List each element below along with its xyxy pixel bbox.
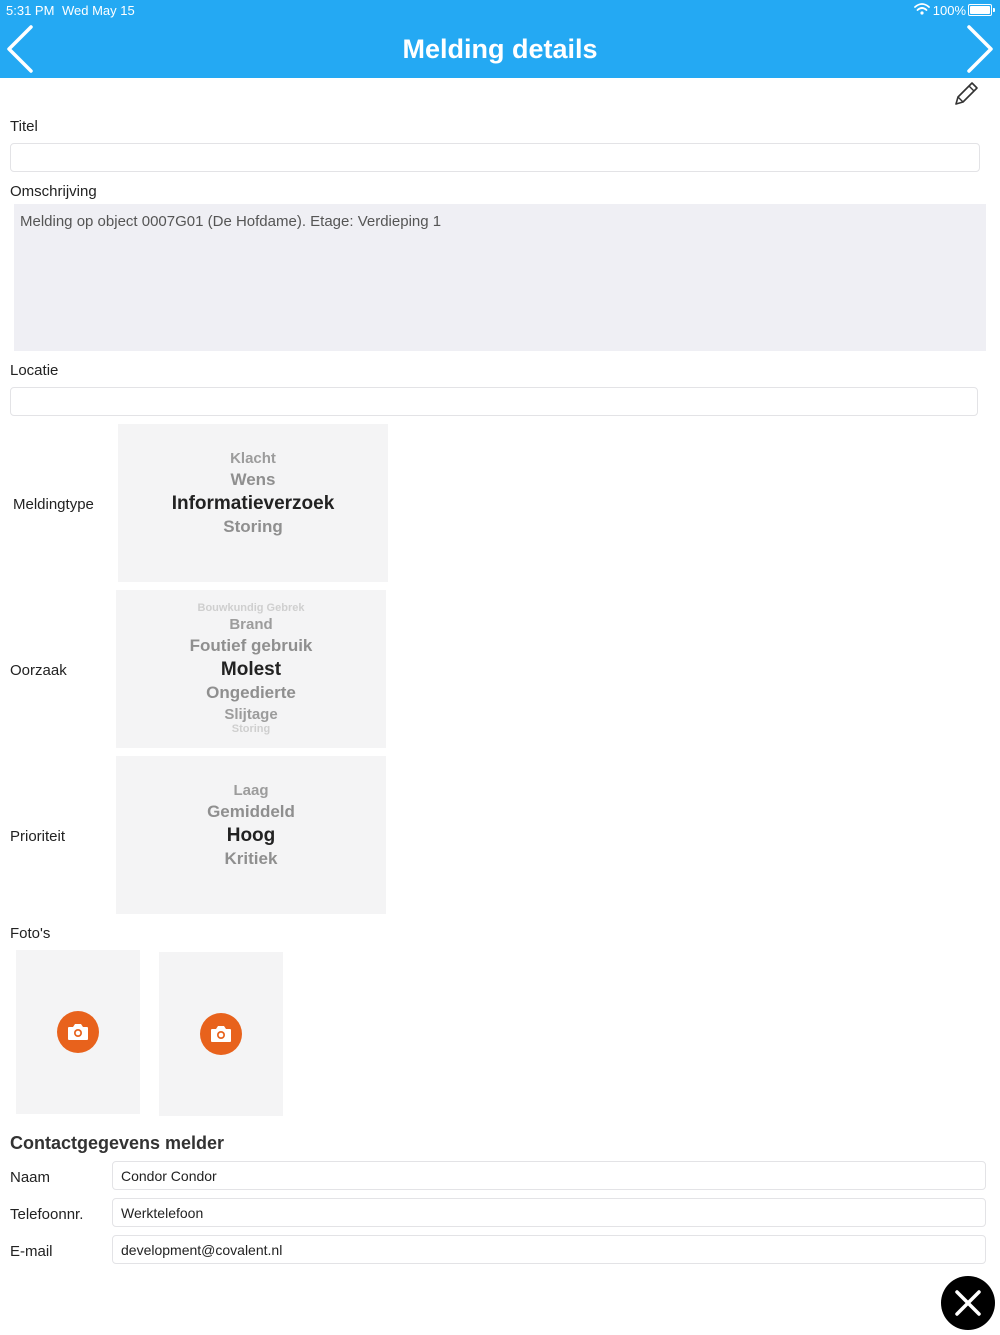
oorzaak-label: Oorzaak — [10, 662, 67, 679]
edit-button[interactable] — [950, 80, 982, 110]
photo-slot-1[interactable] — [16, 950, 140, 1114]
omschrijving-textarea[interactable]: Melding op object 0007G01 (De Hofdame). … — [14, 204, 986, 351]
picker-option[interactable]: Storing — [118, 517, 388, 537]
locatie-input[interactable] — [10, 387, 978, 416]
picker-option[interactable]: Ongedierte — [116, 683, 386, 703]
chevron-left-icon — [7, 25, 33, 73]
contact-section-title: Contactgegevens melder — [10, 1133, 225, 1153]
picker-option[interactable]: Gemiddeld — [116, 802, 386, 822]
picker-option-selected[interactable]: Molest — [116, 659, 386, 681]
close-icon — [955, 1290, 981, 1316]
picker-option[interactable]: Foutief gebruik — [116, 636, 386, 656]
naam-input[interactable]: Condor Condor — [112, 1161, 986, 1190]
picker-option[interactable]: Kritiek — [116, 849, 386, 869]
telefoon-input[interactable]: Werktelefoon — [112, 1198, 986, 1227]
battery-percentage: 100% — [932, 3, 966, 18]
email-input[interactable]: development@covalent.nl — [112, 1235, 986, 1264]
email-label: E-mail — [10, 1243, 53, 1260]
chevron-right-icon — [967, 25, 993, 73]
status-time: 5:31 PM — [6, 3, 55, 18]
picker-option[interactable]: Wens — [118, 470, 388, 490]
fotos-label: Foto's — [10, 925, 51, 942]
meldingtype-label: Meldingtype — [13, 496, 94, 513]
meldingtype-picker[interactable]: Klacht Wens Informatieverzoek Storing — [118, 424, 388, 582]
locatie-label: Locatie — [10, 362, 59, 379]
close-button[interactable] — [941, 1276, 995, 1330]
titel-label: Titel — [10, 118, 38, 135]
titel-input[interactable] — [10, 143, 980, 172]
wifi-icon — [914, 3, 930, 15]
prioriteit-label: Prioriteit — [10, 828, 66, 845]
status-date: Wed May 15 — [62, 3, 135, 18]
oorzaak-picker[interactable]: Bouwkundig Gebrek Brand Foutief gebruik … — [116, 590, 386, 748]
forward-button[interactable] — [952, 22, 1000, 78]
back-button[interactable] — [0, 22, 48, 78]
camera-icon — [57, 1011, 99, 1053]
picker-option[interactable]: Brand — [116, 616, 386, 633]
picker-option[interactable]: Klacht — [118, 450, 388, 467]
picker-option-selected[interactable]: Informatieverzoek — [118, 493, 388, 515]
photo-slot-2[interactable] — [159, 952, 283, 1116]
pencil-icon — [955, 82, 978, 105]
picker-option[interactable]: Slijtage — [116, 706, 386, 723]
picker-option[interactable]: Bouwkundig Gebrek — [116, 602, 386, 614]
page-title: Melding details — [402, 34, 598, 64]
picker-option[interactable]: Laag — [116, 782, 386, 799]
picker-option-selected[interactable]: Hoog — [116, 825, 386, 847]
prioriteit-picker[interactable]: Laag Gemiddeld Hoog Kritiek — [116, 756, 386, 914]
battery-icon — [968, 4, 995, 16]
telefoon-label: Telefoonnr. — [10, 1206, 84, 1223]
camera-icon — [200, 1013, 242, 1055]
omschrijving-label: Omschrijving — [10, 183, 97, 200]
naam-label: Naam — [10, 1169, 51, 1186]
picker-option[interactable]: Storing — [116, 723, 386, 735]
